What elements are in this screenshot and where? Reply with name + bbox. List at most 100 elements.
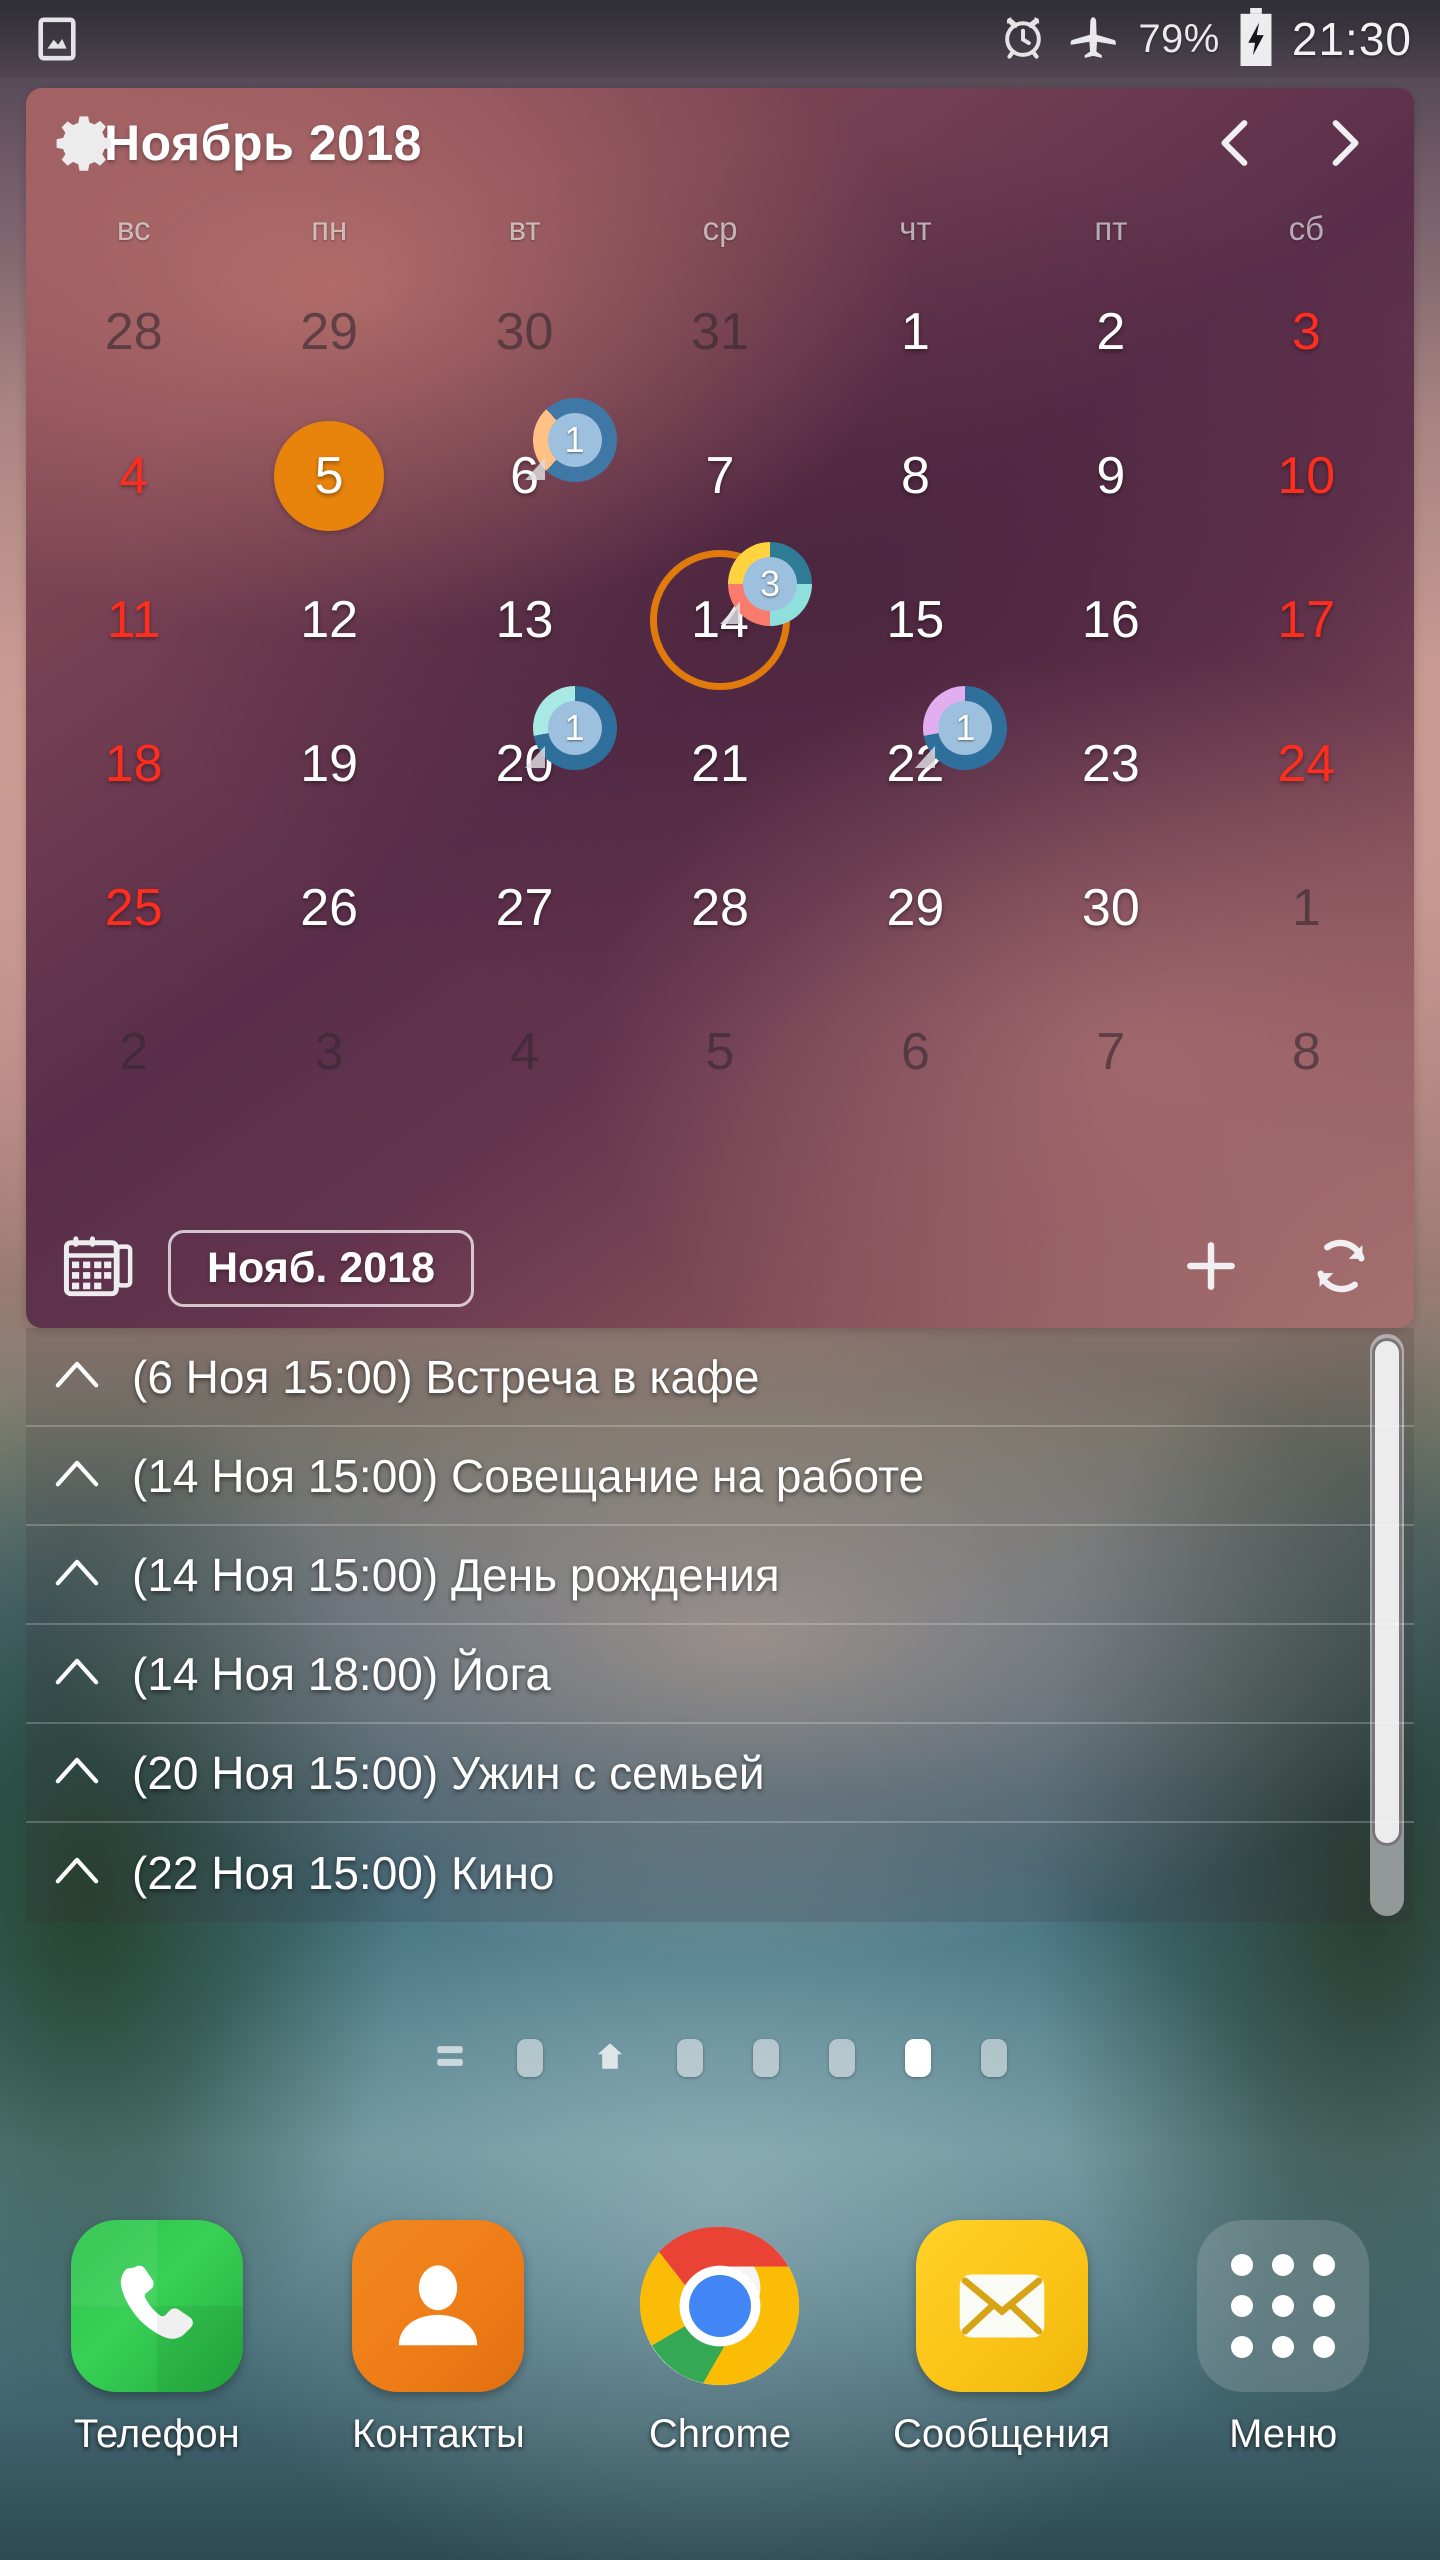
calendar-day-cell[interactable]: 3: [231, 980, 426, 1124]
calendar-day-cell[interactable]: 12: [231, 548, 426, 692]
calendar-day-cell[interactable]: 23: [1013, 692, 1208, 836]
calendar-day-cell[interactable]: 30: [1013, 836, 1208, 980]
event-count-badge[interactable]: 1: [915, 686, 1008, 770]
calendar-day-cell[interactable]: 9: [1013, 404, 1208, 548]
calendar-day-cell[interactable]: 28: [36, 260, 231, 404]
calendar-day-cell[interactable]: 25: [36, 836, 231, 980]
pages-list-icon[interactable]: [433, 2037, 467, 2080]
calendar-day-cell[interactable]: 14 3: [622, 542, 817, 692]
event-list-item[interactable]: (14 Ноя 18:00) Йога: [26, 1625, 1414, 1724]
calendar-day-number: 24: [1277, 735, 1336, 793]
page-dot[interactable]: [517, 2039, 543, 2077]
calendar-day-cell[interactable]: 7: [622, 404, 817, 548]
event-count-badge[interactable]: 3: [719, 542, 812, 626]
contacts-app-tile[interactable]: [352, 2220, 525, 2392]
calendar-day-cell[interactable]: 21: [622, 692, 817, 836]
phone-app-tile[interactable]: [70, 2220, 243, 2392]
plus-icon[interactable]: [1180, 1235, 1242, 1302]
dock-item-chrome[interactable]: Chrome: [595, 2220, 845, 2457]
event-list[interactable]: (6 Ноя 15:00) Встреча в кафе (14 Ноя 15:0…: [26, 1328, 1414, 1922]
calendar-day-cell[interactable]: 15: [818, 548, 1013, 692]
event-list-item[interactable]: (22 Ноя 15:00) Кино: [26, 1823, 1414, 1922]
calendar-day-cell[interactable]: 19: [231, 692, 426, 836]
calendar-day-cell[interactable]: 1: [1209, 836, 1404, 980]
calendar-day-cell[interactable]: 28: [622, 836, 817, 980]
calendar-day-cell[interactable]: 11: [36, 548, 231, 692]
badge-corner-flag: [524, 746, 545, 768]
page-dot[interactable]: [829, 2039, 855, 2077]
badge-count-label: 3: [759, 563, 780, 604]
calendar-day-number: 12: [300, 591, 359, 649]
page-indicator[interactable]: [0, 2022, 1440, 2094]
dock-item-messages[interactable]: Сообщения: [877, 2220, 1127, 2457]
calendar-day-cell[interactable]: 13: [427, 548, 622, 692]
calendar-day-number: 2: [1096, 303, 1126, 361]
calendar-day-number: 29: [886, 879, 945, 937]
messages-app-tile[interactable]: [915, 2220, 1088, 2392]
badge-count-label: 1: [564, 419, 585, 460]
dock-item-phone[interactable]: Телефон: [32, 2220, 282, 2457]
event-count-badge[interactable]: 1: [524, 398, 617, 482]
calendar-day-cell[interactable]: 17: [1209, 548, 1404, 692]
calendar-day-cell[interactable]: 61: [427, 398, 622, 548]
chevron-right-icon[interactable]: [1310, 108, 1380, 178]
home-icon[interactable]: [593, 2036, 627, 2081]
calendar-day-cell[interactable]: 4: [427, 980, 622, 1124]
status-clock: 21:30: [1291, 13, 1412, 65]
dock-item-menu[interactable]: Меню: [1158, 2220, 1408, 2457]
chevron-left-icon[interactable]: [1200, 108, 1270, 178]
calendar-day-grid[interactable]: 28 29 30 31 1 2 3 4 5 6 1 7 8 9 10 11 12 13 14 3 15 16 17 18 19 2…: [26, 260, 1414, 1124]
calendar-day-cell[interactable]: 29: [231, 260, 426, 404]
calendar-widget[interactable]: Ноябрь 2018 вс пн вт ср чт пт сб 28 29 30 31 1 2 3 4 5…: [26, 88, 1414, 1328]
calendar-day-cell[interactable]: 31: [622, 260, 817, 404]
event-list-item[interactable]: (6 Ноя 15:00) Встреча в кафе: [26, 1328, 1414, 1427]
calendar-day-cell[interactable]: 16: [1013, 548, 1208, 692]
calendar-day-cell[interactable]: 1: [818, 260, 1013, 404]
badge-corner-flag: [915, 746, 936, 768]
calendar-day-cell[interactable]: 20 1: [427, 686, 622, 836]
page-dot[interactable]: [753, 2039, 779, 2077]
calendar-day-cell[interactable]: 8: [818, 404, 1013, 548]
app-drawer-tile[interactable]: [1197, 2220, 1370, 2392]
page-dot[interactable]: [981, 2039, 1007, 2077]
calendar-day-number: 30: [495, 303, 554, 361]
calendar-day-cell[interactable]: 7: [1013, 980, 1208, 1124]
calendar-day-cell[interactable]: 29: [818, 836, 1013, 980]
calendar-day-cell[interactable]: 8: [1209, 980, 1404, 1124]
chevron-up-icon: [50, 1743, 104, 1802]
calendar-icon[interactable]: [62, 1228, 134, 1309]
chrome-app-tile[interactable]: [634, 2220, 806, 2392]
page-dot-active[interactable]: [905, 2039, 931, 2077]
event-count-badge[interactable]: 1: [524, 686, 617, 770]
dock-item-contacts[interactable]: Контакты: [313, 2220, 563, 2457]
month-jump-button[interactable]: Нояб. 2018: [168, 1229, 474, 1307]
airplane-mode-icon: [1066, 10, 1120, 69]
event-list-item[interactable]: (20 Ноя 15:00) Ужин с семьей: [26, 1724, 1414, 1823]
chevron-up-icon: [50, 1347, 104, 1406]
calendar-day-cell[interactable]: 5: [622, 980, 817, 1124]
calendar-day-cell[interactable]: 3: [1209, 260, 1404, 404]
calendar-day-cell[interactable]: 4: [36, 404, 231, 548]
calendar-day-cell[interactable]: 27: [427, 836, 622, 980]
calendar-day-cell[interactable]: 18: [36, 692, 231, 836]
refresh-sync-icon[interactable]: [1308, 1233, 1374, 1304]
calendar-day-cell[interactable]: 5: [231, 404, 426, 548]
page-dot[interactable]: [677, 2039, 703, 2077]
badge-count-label: 1: [955, 707, 976, 748]
calendar-day-cell[interactable]: 2: [1013, 260, 1208, 404]
event-list-item[interactable]: (14 Ноя 15:00) Совещание на работе: [26, 1427, 1414, 1526]
calendar-day-cell[interactable]: 10: [1209, 404, 1404, 548]
calendar-day-cell[interactable]: 22 1: [818, 686, 1013, 836]
calendar-day-number: 4: [119, 447, 149, 505]
weekday-header-row: вс пн вт ср чт пт сб: [26, 198, 1414, 260]
calendar-day-number: 3: [314, 1023, 344, 1081]
gear-icon[interactable]: [52, 108, 122, 178]
calendar-day-cell[interactable]: 2: [36, 980, 231, 1124]
event-rows-container[interactable]: (6 Ноя 15:00) Встреча в кафе (14 Ноя 15:0…: [26, 1328, 1414, 1922]
calendar-day-cell[interactable]: 6: [818, 980, 1013, 1124]
calendar-day-cell[interactable]: 24: [1209, 692, 1404, 836]
calendar-day-cell[interactable]: 26: [231, 836, 426, 980]
event-list-item[interactable]: (14 Ноя 15:00) День рождения: [26, 1526, 1414, 1625]
calendar-day-cell[interactable]: 30: [427, 260, 622, 404]
chevron-up-icon: [50, 1843, 104, 1902]
